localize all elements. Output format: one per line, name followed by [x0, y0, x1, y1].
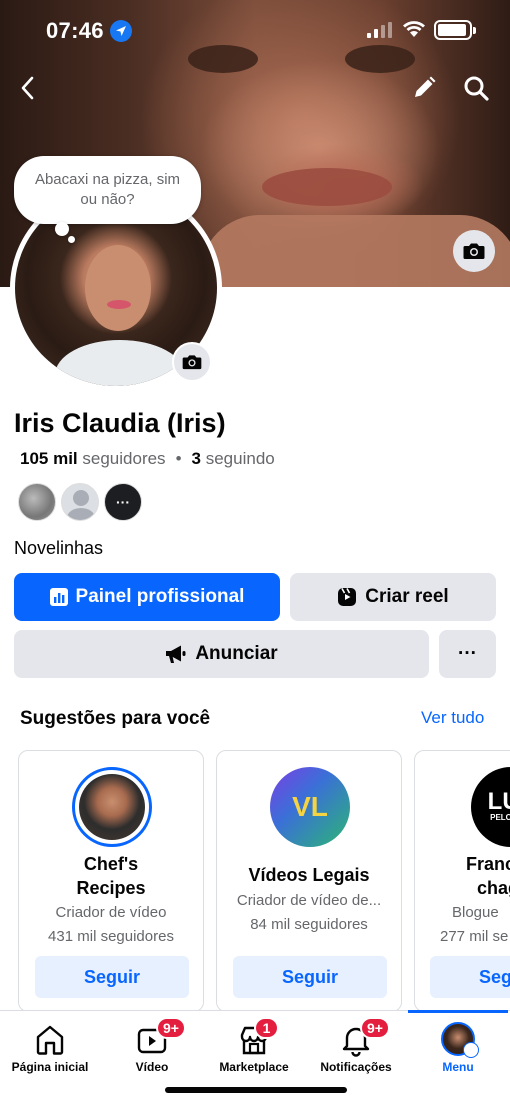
suggestion-card[interactable]: LUT PELO MEU Franc chag Blogue 277 mil s…	[414, 750, 510, 1012]
tab-label: Notificações	[320, 1060, 392, 1074]
more-friends-button[interactable]: ···	[104, 483, 142, 521]
edit-profile-button[interactable]	[406, 70, 442, 106]
notification-badge: 9+	[360, 1017, 390, 1039]
search-icon	[464, 76, 489, 101]
friend-avatar[interactable]	[61, 483, 99, 521]
suggestion-category: Blogue	[452, 904, 499, 921]
tab-menu[interactable]: Menu	[408, 1010, 508, 1086]
advertise-button[interactable]: Anunciar	[14, 630, 429, 678]
create-reel-button[interactable]: Criar reel	[290, 573, 496, 621]
friend-avatar[interactable]	[18, 483, 56, 521]
suggestion-avatar[interactable]	[72, 767, 152, 847]
followers-count: 105 mil	[20, 449, 78, 468]
location-icon	[110, 20, 132, 42]
search-button[interactable]	[458, 70, 494, 106]
tab-label: Vídeo	[135, 1060, 169, 1074]
suggestion-name: Franc	[466, 854, 510, 874]
chevron-left-icon	[21, 76, 34, 100]
create-reel-label: Criar reel	[365, 586, 449, 607]
suggestion-followers: 431 mil seguidores	[48, 928, 174, 945]
status-time: 07:46	[46, 18, 104, 43]
suggestion-name: Vídeos Legais	[248, 865, 370, 885]
menu-lines-icon	[463, 1042, 479, 1058]
following-label: seguindo	[205, 449, 275, 468]
notification-badge: 1	[254, 1017, 279, 1039]
suggestion-category: Criador de vídeo	[55, 904, 167, 921]
suggestion-category: Criador de vídeo de...	[236, 892, 382, 909]
suggestion-followers: 84 mil seguidores	[250, 916, 368, 933]
cover-camera-button[interactable]	[453, 230, 495, 272]
tab-label: Página inicial	[11, 1060, 89, 1074]
tab-home[interactable]: Página inicial	[0, 1011, 100, 1086]
pencil-icon	[415, 76, 436, 97]
active-tab-indicator	[408, 1010, 508, 1013]
profile-name: Iris Claudia (Iris)	[14, 408, 226, 438]
suggestion-followers: 277 mil se	[440, 928, 509, 945]
avatar-camera-button[interactable]	[172, 342, 212, 382]
profile-bio: Novelinhas	[14, 538, 104, 558]
back-button[interactable]	[10, 70, 46, 106]
cover-photo-detail	[262, 168, 392, 206]
camera-icon	[182, 355, 202, 370]
see-all-link[interactable]: Ver tudo	[421, 708, 484, 728]
tab-video[interactable]: 9+ Vídeo	[102, 1011, 202, 1086]
tab-label: Menu	[442, 1060, 474, 1074]
suggestion-avatar[interactable]: LUT PELO MEU	[471, 767, 510, 847]
tab-label: Marketplace	[219, 1060, 289, 1074]
advertise-label: Anunciar	[195, 643, 278, 664]
cellular-signal-icon	[367, 22, 392, 38]
suggestion-avatar-text: LUT	[487, 788, 510, 815]
follow-button[interactable]: Seguir	[233, 956, 387, 998]
battery-icon	[434, 20, 476, 40]
follow-button[interactable]: Seg	[430, 956, 510, 998]
wifi-icon	[403, 21, 425, 37]
dashboard-icon	[49, 588, 68, 606]
stats-separator: •	[175, 449, 182, 468]
followers-link[interactable]: 105 mil seguidores	[20, 449, 166, 469]
status-bar: 07:46	[0, 0, 510, 62]
suggestion-card[interactable]: VL Vídeos Legais Criador de vídeo de... …	[216, 750, 402, 1012]
followers-label: seguidores	[82, 449, 166, 468]
suggestions-title: Sugestões para você	[20, 708, 211, 729]
more-options-button[interactable]: ···	[439, 630, 496, 678]
tab-marketplace[interactable]: 1 Marketplace	[204, 1011, 304, 1086]
note-bubble[interactable]: Abacaxi na pizza, sim ou não?	[14, 156, 201, 224]
camera-icon	[463, 243, 485, 259]
tab-notifications[interactable]: 9+ Notificações	[306, 1011, 406, 1086]
suggestion-name: Recipes	[76, 878, 146, 898]
follow-button[interactable]: Seguir	[35, 956, 189, 998]
following-link[interactable]: 3 seguindo	[192, 449, 275, 469]
suggestion-avatar[interactable]: VL	[270, 767, 350, 847]
professional-dashboard-button[interactable]: Painel profissional	[14, 573, 280, 621]
home-indicator	[165, 1087, 347, 1093]
friends-preview[interactable]: ···	[18, 483, 142, 521]
profile-stats: 105 mil seguidores • 3 seguindo	[20, 449, 275, 469]
megaphone-icon	[166, 645, 186, 663]
notification-badge: 9+	[156, 1017, 186, 1039]
menu-avatar	[441, 1022, 479, 1058]
note-bubble-tail	[55, 222, 69, 236]
home-icon	[36, 1025, 64, 1055]
reel-icon	[338, 588, 357, 606]
suggestion-name: chag	[477, 878, 510, 898]
note-bubble-tail	[68, 236, 75, 243]
following-count: 3	[191, 449, 201, 468]
professional-dashboard-label: Painel profissional	[75, 586, 245, 607]
suggestion-card[interactable]: Chef's Recipes Criador de vídeo 431 mil …	[18, 750, 204, 1012]
suggestion-avatar-subtext: PELO MEU	[490, 813, 510, 822]
suggestion-name: Chef's	[83, 854, 139, 874]
